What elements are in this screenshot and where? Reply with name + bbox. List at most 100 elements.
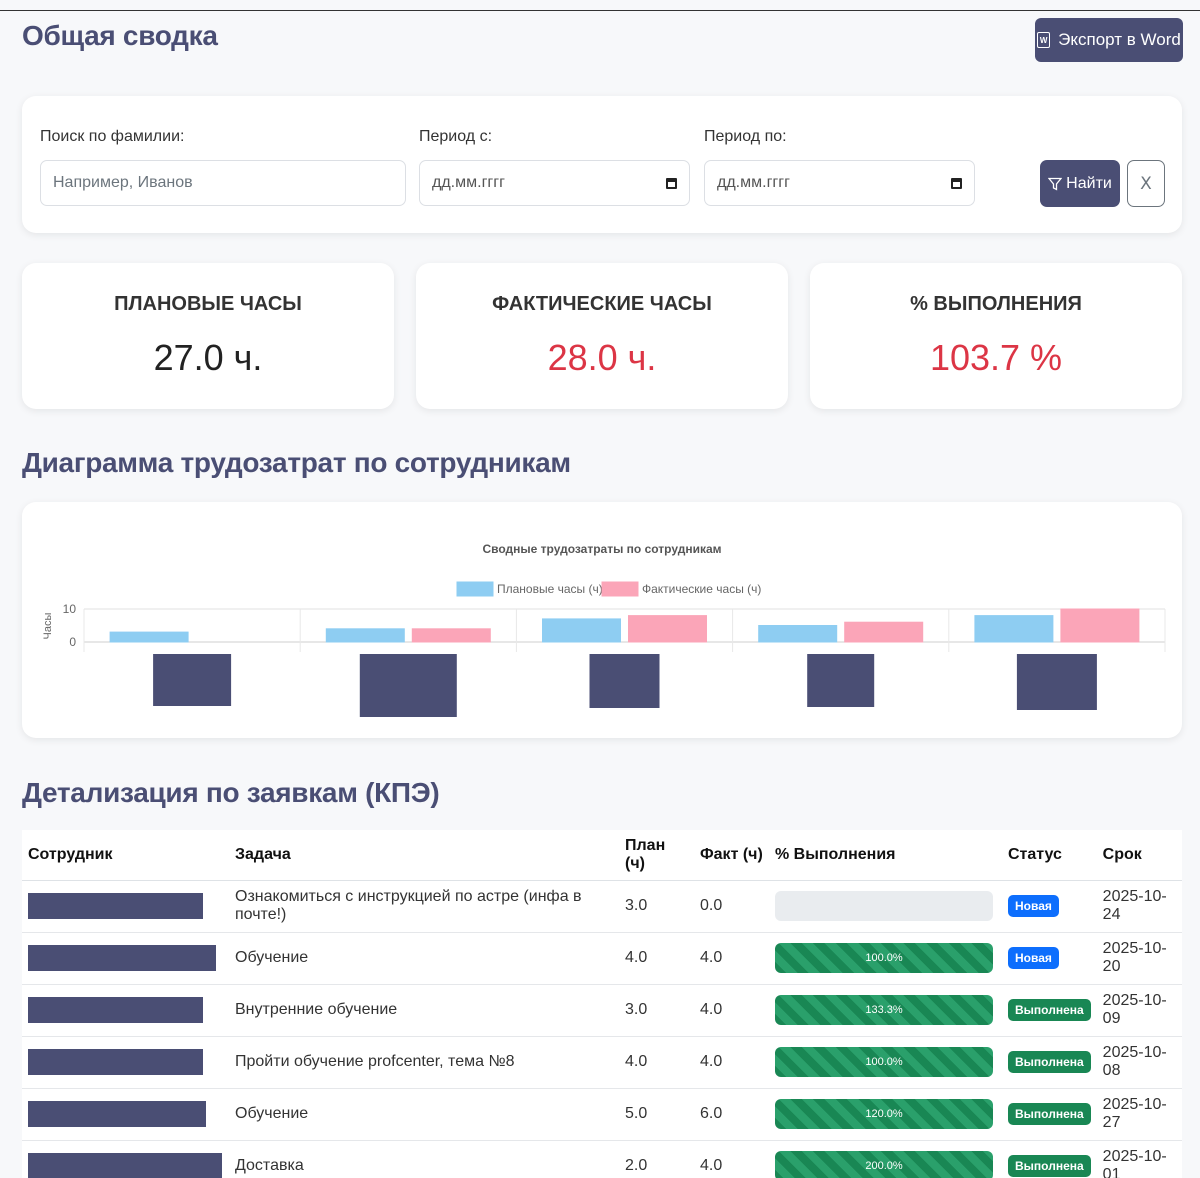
fact-cell: 4.0 [694,932,769,985]
category-label-redacted [359,654,457,717]
find-button-label: Найти [1066,174,1112,192]
export-word-button[interactable]: W Экспорт в Word [1035,18,1183,62]
clear-filters-button[interactable]: X [1127,160,1165,207]
word-document-icon: W [1037,32,1051,48]
period-to-date-input[interactable]: дд.мм.гггг [704,160,975,206]
fact-cell: 0.0 [694,880,769,933]
due-date-cell: 2025-10-08 [1096,1036,1182,1089]
due-date-cell: 2025-10-27 [1096,1088,1182,1141]
col-task[interactable]: Задача [229,830,619,881]
col-plan[interactable]: План (ч) [619,830,694,881]
fact-cell: 6.0 [694,1088,769,1141]
period-to-placeholder: дд.мм.гггг [717,174,790,191]
table-row[interactable]: Внутренние обучение 3.0 4.0 133.3% Выполнена… [22,984,1182,1037]
surname-search-input[interactable]: Например, Иванов [40,160,406,206]
bar-planned [109,631,189,643]
bar-actual [1060,608,1140,643]
status-badge: Выполнена [1008,1051,1091,1073]
status-badge: Выполнена [1008,1103,1091,1125]
employee-name-redacted [28,997,203,1023]
planned-hours-value: 27.0 ч. [153,337,263,378]
completion-progress-bar: 100.0% [775,943,993,973]
completion-progress-bar: 200.0% [775,1151,993,1178]
surname-label: Поиск по фамилии: [40,128,185,145]
due-date-cell: 2025-10-24 [1096,880,1182,933]
employee-name-redacted [28,1153,222,1178]
fact-cell: 4.0 [694,1140,769,1178]
col-employee[interactable]: Сотрудник [22,830,229,881]
labor-chart: Сводные трудозатраты по сотрудникам Плано… [42,542,1166,717]
plan-cell: 2.0 [619,1140,694,1178]
completion-percent-label: % ВЫПОЛНЕНИЯ [910,293,1082,315]
table-section-title: Детализация по заявкам (КПЭ) [22,777,440,808]
close-icon: X [1140,173,1152,194]
task-cell: Ознакомиться с инструкцией по астре (инф… [229,880,619,933]
task-cell: Обучение [229,1088,619,1141]
chart-section-title: Диаграмма трудозатрат по сотрудникам [22,447,571,478]
planned-hours-card: ПЛАНОВЫЕ ЧАСЫ 27.0 ч. [22,263,394,409]
plan-cell: 4.0 [619,932,694,985]
chart-title: Сводные трудозатраты по сотрудникам [482,542,721,556]
filter-card: Поиск по фамилии: Например, Иванов Перио… [22,96,1182,233]
bar-actual [411,628,491,643]
period-from-placeholder: дд.мм.гггг [432,174,505,191]
bar-actual [844,621,924,643]
legend-label: Фактические часы (ч) [642,582,761,596]
tasks-table: Сотрудник Задача План (ч) Факт (ч) % Вып… [22,830,1182,1178]
employee-name-redacted [28,1101,206,1127]
calendar-icon[interactable] [666,177,677,189]
bar-planned [325,628,405,643]
planned-hours-label: ПЛАНОВЫЕ ЧАСЫ [114,293,302,315]
col-status[interactable]: Статус [1002,830,1097,881]
due-date-cell: 2025-10-09 [1096,984,1182,1037]
completion-progress-bar [775,891,993,921]
progress-fill: 200.0% [775,1151,993,1178]
fact-cell: 4.0 [694,1036,769,1089]
progress-fill: 100.0% [775,1047,993,1077]
status-badge: Выполнена [1008,999,1091,1021]
table-row[interactable]: Пройти обучение profcenter, тема №8 4.0 4.… [22,1036,1182,1089]
top-divider [0,10,1200,11]
task-cell: Доставка [229,1140,619,1178]
period-from-date-input[interactable]: дд.мм.гггг [419,160,690,206]
employee-name-redacted [28,1049,203,1075]
export-word-label: Экспорт в Word [1058,30,1181,49]
find-button[interactable]: Найти [1040,160,1120,207]
plan-cell: 4.0 [619,1036,694,1089]
actual-hours-label: ФАКТИЧЕСКИЕ ЧАСЫ [492,293,712,315]
legend-swatch [456,581,494,597]
legend-label: Плановые часы (ч) [497,582,603,596]
col-due[interactable]: Срок [1096,830,1182,881]
table-row[interactable]: Ознакомиться с инструкцией по астре (инф… [22,880,1182,933]
actual-hours-card: ФАКТИЧЕСКИЕ ЧАСЫ 28.0 ч. [416,263,788,409]
status-badge: Новая [1008,895,1059,917]
calendar-icon[interactable] [951,177,962,189]
table-row[interactable]: Доставка 2.0 4.0 200.0% Выполнена 2025-10-01 [22,1140,1182,1178]
table-row[interactable]: Обучение 5.0 6.0 120.0% Выполнена 2025-10-27 [22,1088,1182,1141]
bar-planned [542,618,621,643]
completion-percent-value: 103.7 % [929,337,1063,378]
col-fact[interactable]: Факт (ч) [694,830,769,881]
bar-planned [974,615,1054,643]
y-axis-title: Часы [42,612,54,639]
plan-cell: 3.0 [619,984,694,1037]
period-from-label: Период с: [419,128,493,145]
progress-fill: 120.0% [775,1099,993,1129]
plan-cell: 3.0 [619,880,694,933]
due-date-cell: 2025-10-01 [1096,1140,1182,1178]
page-title: Общая сводка [22,20,218,51]
category-label-redacted [589,654,660,708]
category-label-redacted [153,654,232,706]
table-row[interactable]: Обучение 4.0 4.0 100.0% Новая 2025-10-20 [22,932,1182,985]
task-cell: Обучение [229,932,619,985]
surname-placeholder: Например, Иванов [53,174,193,191]
col-percent[interactable]: % Выполнения [769,830,1002,881]
progress-fill: 100.0% [775,943,993,973]
table-header-row: Сотрудник Задача План (ч) Факт (ч) % Вып… [22,830,1182,881]
completion-progress-bar: 133.3% [775,995,993,1025]
chart-card: Сводные трудозатраты по сотрудникам Плано… [22,502,1182,738]
status-badge: Новая [1008,947,1059,969]
status-badge: Выполнена [1008,1155,1091,1177]
completion-percent-card: % ВЫПОЛНЕНИЯ 103.7 % [810,263,1182,409]
task-cell: Пройти обучение profcenter, тема №8 [229,1036,619,1089]
